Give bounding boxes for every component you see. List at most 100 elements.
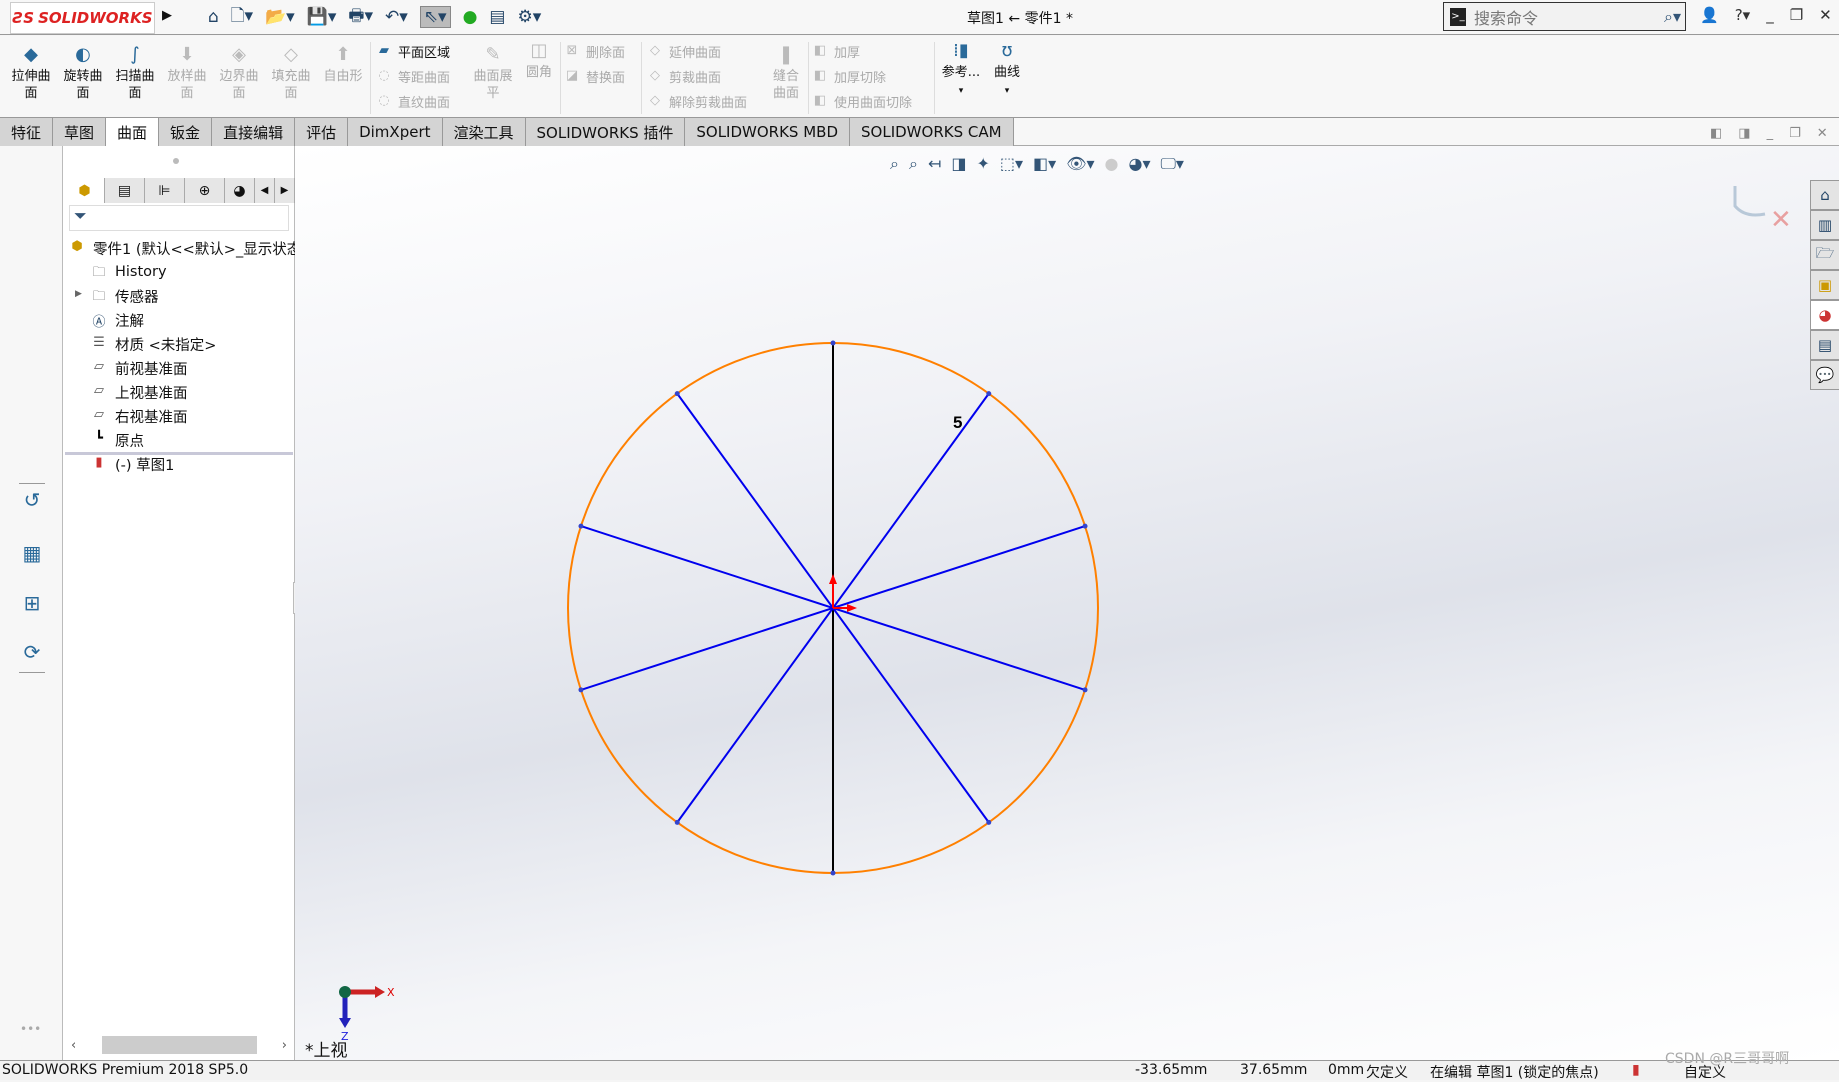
- display-manager-tab-icon[interactable]: ◕: [225, 178, 255, 203]
- tree-item-history[interactable]: 🗀 History: [89, 260, 166, 284]
- tree-item-top-plane[interactable]: ▱ 上视基准面: [89, 380, 188, 404]
- tab-sheet-metal[interactable]: 钣金: [159, 118, 213, 146]
- expand-arrow-icon[interactable]: ▶: [75, 289, 82, 299]
- save-icon[interactable]: 💾▾: [307, 7, 337, 27]
- doc-minimize-button[interactable]: _: [1767, 126, 1774, 141]
- reference-geometry-button[interactable]: ⁞▮ 参考... ▾: [938, 42, 984, 100]
- tab-dimxpert[interactable]: DimXpert: [348, 118, 443, 146]
- cut-with-surface-button[interactable]: ◧ 使用曲面切除: [812, 90, 912, 112]
- curves-button[interactable]: ʊ 曲线 ▾: [984, 42, 1030, 100]
- sketch-endpoint[interactable]: [578, 523, 584, 529]
- extend-surface-button[interactable]: ◇ 延伸曲面: [647, 40, 747, 62]
- view-palette-icon[interactable]: ▣: [1810, 270, 1839, 300]
- rebuild-icon[interactable]: ●: [463, 7, 478, 27]
- solidworks-resources-icon[interactable]: ⌂: [1810, 180, 1839, 210]
- sketch-endpoint[interactable]: [830, 870, 836, 876]
- sketch-canvas[interactable]: 5 ✕ X Z: [295, 146, 1839, 1060]
- tab-direct-editing[interactable]: 直接编辑: [212, 118, 296, 146]
- planar-surface-button[interactable]: ▰ 平面区域: [376, 40, 450, 62]
- select-icon[interactable]: ⇖▾: [419, 6, 451, 28]
- design-library-icon[interactable]: ▥: [1810, 210, 1839, 240]
- print-icon[interactable]: 🖶▾: [348, 3, 373, 32]
- tab-evaluate[interactable]: 评估: [295, 118, 349, 146]
- confirm-sketch-icon[interactable]: [1733, 186, 1766, 217]
- lofted-surface-button[interactable]: ⬇ 放样曲面: [164, 46, 210, 102]
- tab-cam[interactable]: SOLIDWORKS CAM: [850, 118, 1014, 146]
- options-icon[interactable]: ⚙▾: [517, 7, 541, 27]
- scroll-right-icon[interactable]: ▶: [275, 178, 295, 203]
- property-manager-tab-icon[interactable]: ▤: [105, 178, 145, 203]
- custom-properties-icon[interactable]: ▤: [1810, 330, 1839, 360]
- help-icon[interactable]: ?▾: [1735, 6, 1751, 24]
- origin-x-head[interactable]: [847, 604, 857, 612]
- scroll-left-icon[interactable]: ‹: [71, 1038, 76, 1053]
- select-filter-icon[interactable]: ⊞: [18, 591, 46, 619]
- thickened-cut-button[interactable]: ◧ 加厚切除: [812, 65, 912, 87]
- tile-right-icon[interactable]: ◨: [1738, 126, 1750, 141]
- freeform-button[interactable]: ⬆ 自由形: [320, 46, 366, 85]
- dropdown-icon[interactable]: ▾: [959, 86, 964, 96]
- search-icon[interactable]: ⌕▾: [1664, 7, 1681, 27]
- collapse-handle[interactable]: [173, 158, 179, 164]
- revolved-surface-button[interactable]: ◐ 旋转曲面: [60, 46, 106, 102]
- knit-surface-button[interactable]: ❚ 缝合曲面: [768, 46, 804, 102]
- tab-surfaces[interactable]: 曲面: [106, 118, 160, 146]
- tree-item-front-plane[interactable]: ▱ 前视基准面: [89, 356, 188, 380]
- doc-restore-button[interactable]: ❐: [1789, 126, 1801, 141]
- tree-filter[interactable]: ⏷: [69, 205, 289, 231]
- more-icon[interactable]: •••: [20, 1022, 41, 1036]
- tab-render-tools[interactable]: 渲染工具: [442, 118, 526, 146]
- configuration-manager-tab-icon[interactable]: ⊫: [145, 178, 185, 203]
- dimxpert-manager-tab-icon[interactable]: ⊕: [185, 178, 225, 203]
- rebuild-status-icon[interactable]: ▮: [1632, 1062, 1640, 1078]
- rollback-icon[interactable]: ↺: [18, 488, 46, 516]
- tree-item-material[interactable]: ☰ 材质 <未指定>: [89, 332, 216, 356]
- boundary-surface-button[interactable]: ◈ 边界曲面: [216, 46, 262, 102]
- new-icon[interactable]: 🗋▾: [231, 3, 253, 32]
- scroll-thumb[interactable]: [101, 1036, 257, 1054]
- forum-icon[interactable]: 💬: [1810, 360, 1839, 390]
- tree-root-part[interactable]: ⬢ 零件1 (默认<<默认>_显示状态: [67, 236, 301, 260]
- open-icon[interactable]: 📂▾: [265, 7, 295, 27]
- filled-surface-button[interactable]: ◇ 填充曲面: [268, 46, 314, 102]
- appearances-icon[interactable]: ◕: [1810, 300, 1839, 330]
- tree-horizontal-scrollbar[interactable]: ‹ ›: [65, 1034, 293, 1056]
- sketch-endpoint[interactable]: [674, 391, 680, 397]
- sketch-endpoint[interactable]: [674, 819, 680, 825]
- surface-flatten-button[interactable]: ✎ 曲面展平: [468, 46, 518, 102]
- search-commands-input[interactable]: >_ 搜索命令 ⌕▾: [1443, 2, 1686, 31]
- doc-close-button[interactable]: ✕: [1817, 126, 1828, 141]
- tree-item-right-plane[interactable]: ▱ 右视基准面: [89, 404, 188, 428]
- tree-item-annotations[interactable]: Ⓐ 注解: [89, 308, 144, 332]
- tab-sketch[interactable]: 草图: [53, 118, 107, 146]
- tree-item-sketch1[interactable]: ▮ (-) 草图1: [89, 452, 174, 476]
- sketch-endpoint[interactable]: [986, 391, 992, 397]
- untrim-surface-button[interactable]: ◇ 解除剪裁曲面: [647, 90, 747, 112]
- tab-features[interactable]: 特征: [0, 118, 54, 146]
- tree-item-origin[interactable]: ┗ 原点: [89, 428, 144, 452]
- sketch-endpoint[interactable]: [1082, 523, 1088, 529]
- trim-surface-button[interactable]: ◇ 剪裁曲面: [647, 65, 747, 87]
- close-button[interactable]: ✕: [1819, 6, 1832, 24]
- restore-button[interactable]: ❐: [1790, 6, 1803, 24]
- home-icon[interactable]: ⌂: [208, 7, 219, 27]
- offset-surface-button[interactable]: ◌ 等距曲面: [376, 65, 450, 87]
- file-properties-icon[interactable]: ▤: [489, 7, 505, 27]
- sketch-endpoint[interactable]: [1082, 687, 1088, 693]
- fillet-button[interactable]: ◫ 圆角: [522, 42, 556, 81]
- display-pane-icon[interactable]: ▦: [18, 541, 46, 569]
- tree-item-sensors[interactable]: 🗀 传感器: [89, 284, 158, 308]
- solidworks-logo[interactable]: ƧS SOLIDWORKS: [10, 2, 155, 34]
- sketch-endpoint[interactable]: [578, 687, 584, 693]
- sketch-endpoint[interactable]: [830, 340, 836, 346]
- file-explorer-icon[interactable]: 🗁: [1810, 240, 1839, 270]
- undo-icon[interactable]: ↶▾: [385, 7, 408, 27]
- feature-manager-tab-icon[interactable]: ⬢: [65, 178, 105, 203]
- ruled-surface-button[interactable]: ◌ 直纹曲面: [376, 90, 450, 112]
- menu-expand-icon[interactable]: ▶: [162, 8, 172, 23]
- thicken-button[interactable]: ◧ 加厚: [812, 40, 912, 62]
- tab-addins[interactable]: SOLIDWORKS 插件: [525, 118, 686, 146]
- dimension-label[interactable]: 5: [953, 413, 962, 432]
- replace-face-button[interactable]: ◪ 替换面: [564, 65, 625, 87]
- lock-rebuild-icon[interactable]: ⟳: [18, 640, 46, 668]
